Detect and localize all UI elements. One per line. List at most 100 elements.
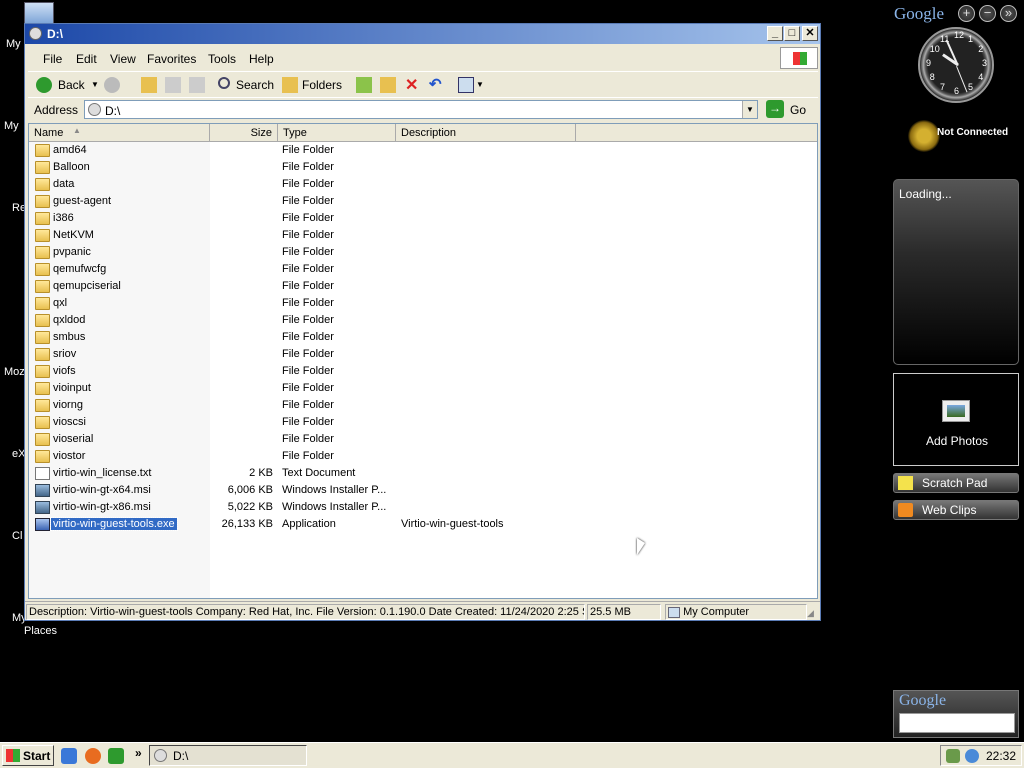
address-dropdown-icon[interactable]: ▼: [742, 101, 757, 118]
web-clips-label: Web Clips: [922, 503, 977, 517]
web-clips-gadget[interactable]: Web Clips: [893, 500, 1019, 520]
forward-button[interactable]: [104, 75, 124, 95]
resize-grip-icon[interactable]: ◢: [807, 608, 814, 619]
move-to-button[interactable]: [165, 75, 183, 95]
file-name: NetKVM: [53, 229, 94, 241]
column-type[interactable]: Type: [278, 124, 396, 142]
go-arrow-icon: →: [766, 100, 784, 118]
clock-number: 7: [940, 82, 946, 93]
folder-icon: [35, 246, 50, 259]
copy-to-button[interactable]: [189, 75, 207, 95]
delete-button[interactable]: ✕: [404, 75, 422, 95]
undo-button[interactable]: ↶: [428, 75, 446, 95]
clock-gadget: 12 1 2 3 4 5 6 7 8 9 10 11: [918, 27, 994, 103]
scratch-pad-gadget[interactable]: Scratch Pad: [893, 473, 1019, 493]
menu-help[interactable]: Help: [249, 52, 274, 66]
desktop-icon-label[interactable]: My: [6, 38, 21, 50]
firefox-quicklaunch-icon[interactable]: [85, 748, 101, 764]
back-dropdown-icon[interactable]: ▼: [91, 80, 99, 89]
add-photos-label[interactable]: Add Photos: [894, 434, 1020, 448]
go-button[interactable]: → Go: [766, 100, 810, 119]
table-row[interactable]: virtio-win-gt-x86.msi 5,022 KB Windows Ins…: [29, 500, 817, 517]
desktop-icon-label[interactable]: Places: [24, 625, 57, 637]
table-row[interactable]: smbus File Folder: [29, 330, 817, 347]
table-row[interactable]: Balloon File Folder: [29, 160, 817, 177]
table-row[interactable]: virtio-win-guest-tools.exe 26,133 KB Appli…: [29, 517, 817, 534]
close-button[interactable]: ✕: [802, 26, 818, 41]
table-row[interactable]: virtio-win-gt-x64.msi 6,006 KB Windows Ins…: [29, 483, 817, 500]
table-row[interactable]: qxl File Folder: [29, 296, 817, 313]
clock-number: 2: [978, 44, 984, 54]
desktop-icon-label[interactable]: Moz: [4, 366, 25, 378]
network-tray-icon[interactable]: [946, 749, 960, 763]
quicklaunch-chevron[interactable]: »: [135, 746, 142, 760]
table-row[interactable]: viorng File Folder: [29, 398, 817, 415]
table-row[interactable]: amd64 File Folder: [29, 143, 817, 160]
folder-icon: [35, 416, 50, 429]
sidebar-menu-button[interactable]: −: [979, 5, 996, 22]
back-button[interactable]: Back ▼: [36, 75, 99, 95]
copy-button[interactable]: [380, 75, 398, 95]
table-row[interactable]: viostor File Folder: [29, 449, 817, 466]
menu-view[interactable]: View: [110, 52, 136, 66]
file-type: File Folder: [282, 280, 334, 292]
undo-icon: ↶: [429, 76, 442, 93]
file-name: Balloon: [53, 161, 90, 173]
search-button[interactable]: Search: [218, 75, 284, 95]
table-row[interactable]: qxldod File Folder: [29, 313, 817, 330]
taskbar-explorer-button[interactable]: D:\: [149, 745, 307, 766]
menu-edit[interactable]: Edit: [76, 52, 97, 66]
sidebar-collapse-button[interactable]: »: [1000, 5, 1017, 22]
google-tray-icon[interactable]: [965, 749, 979, 763]
tray-clock[interactable]: 22:32: [986, 749, 1016, 763]
table-row[interactable]: vioserial File Folder: [29, 432, 817, 449]
folder-icon: [35, 433, 50, 446]
drive-icon: [88, 103, 101, 116]
table-row[interactable]: i386 File Folder: [29, 211, 817, 228]
photos-gadget[interactable]: Add Photos: [893, 373, 1019, 466]
column-description[interactable]: Description: [396, 124, 576, 142]
table-row[interactable]: pvpanic File Folder: [29, 245, 817, 262]
taskbar-explorer-label: D:\: [173, 749, 189, 763]
folders-button[interactable]: Folders: [282, 75, 348, 95]
add-gadget-button[interactable]: +: [958, 5, 975, 22]
address-input[interactable]: D:\ ▼: [84, 100, 758, 119]
installer-icon: [35, 484, 50, 497]
desktop-icon-label[interactable]: My: [4, 120, 19, 132]
table-row[interactable]: qemufwcfg File Folder: [29, 262, 817, 279]
desktop-icon-label[interactable]: Cl: [12, 530, 22, 542]
up-folder-button[interactable]: [141, 75, 159, 95]
column-name[interactable]: Name ▲: [29, 124, 210, 142]
table-row[interactable]: NetKVM File Folder: [29, 228, 817, 245]
table-row[interactable]: data File Folder: [29, 177, 817, 194]
clock-number: 9: [926, 58, 932, 68]
taskbar: Start » D:\ 22:32: [0, 742, 1024, 768]
folder-icon: [35, 399, 50, 412]
ie-quicklaunch-icon[interactable]: [61, 748, 77, 764]
table-row[interactable]: sriov File Folder: [29, 347, 817, 364]
title-bar[interactable]: D:\ _ □ ✕: [25, 24, 820, 44]
start-button[interactable]: Start: [2, 745, 54, 766]
file-type: File Folder: [282, 348, 334, 360]
minimize-button[interactable]: _: [767, 26, 783, 41]
menu-favorites[interactable]: Favorites: [147, 52, 196, 66]
table-row[interactable]: vioscsi File Folder: [29, 415, 817, 432]
table-row[interactable]: vioinput File Folder: [29, 381, 817, 398]
back-label: Back: [58, 78, 85, 92]
table-row[interactable]: qemupciserial File Folder: [29, 279, 817, 296]
file-list[interactable]: Name ▲ Size Type Description amd64 File F…: [28, 123, 818, 599]
table-row[interactable]: guest-agent File Folder: [29, 194, 817, 211]
clock-number: 6: [954, 86, 960, 96]
table-row[interactable]: virtio-win_license.txt 2 KB Text Document: [29, 466, 817, 483]
show-desktop-quicklaunch-icon[interactable]: [108, 748, 124, 764]
views-button[interactable]: ▼: [458, 75, 486, 95]
table-row[interactable]: viofs File Folder: [29, 364, 817, 381]
google-search-input[interactable]: [899, 713, 1015, 733]
move-button[interactable]: [356, 75, 374, 95]
menu-file[interactable]: File: [43, 52, 62, 66]
connection-status: Not Connected: [937, 127, 1009, 138]
menu-tools[interactable]: Tools: [208, 52, 236, 66]
my-computer-desktop-icon[interactable]: [24, 2, 54, 24]
maximize-button[interactable]: □: [784, 26, 800, 41]
column-size[interactable]: Size: [210, 124, 278, 142]
